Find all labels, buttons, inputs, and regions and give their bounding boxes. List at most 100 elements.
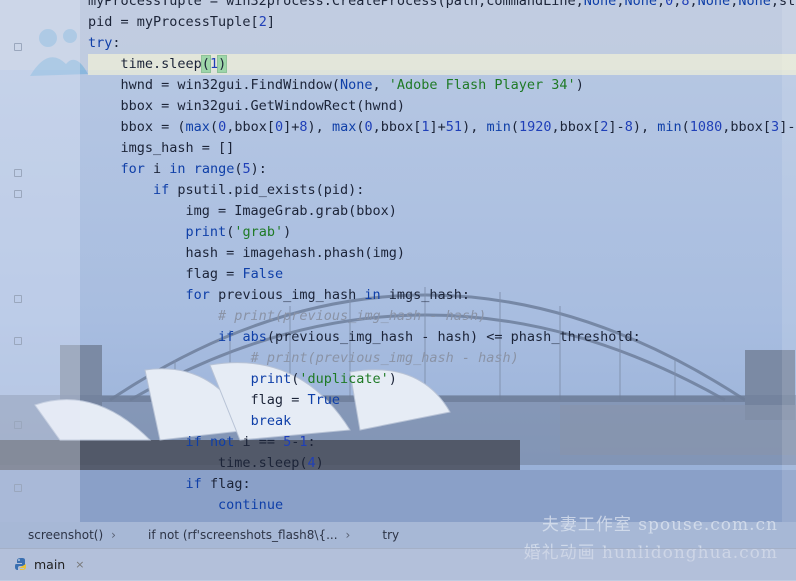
code-token: if xyxy=(153,182,170,198)
code-line[interactable]: flag = True xyxy=(88,390,796,411)
code-line[interactable]: print('grab') xyxy=(88,222,796,243)
code-token: time.sleep( xyxy=(88,455,308,471)
code-token: hash = imagehash.phash(img) xyxy=(88,245,405,261)
code-token: continue xyxy=(218,497,284,513)
fold-marker-icon[interactable] xyxy=(14,421,22,429)
code-token: 51 xyxy=(445,119,463,135)
chevron-right-icon: › xyxy=(345,528,351,542)
code-token: if xyxy=(218,329,235,345)
fold-marker-icon[interactable] xyxy=(14,169,22,177)
code-line[interactable]: time.sleep(1) xyxy=(88,54,796,75)
code-line[interactable]: print('duplicate') xyxy=(88,369,796,390)
code-token: min xyxy=(657,119,682,135)
code-token: ,start xyxy=(770,0,796,9)
code-token: , xyxy=(689,0,698,9)
code-token: 5 xyxy=(242,161,251,177)
code-token: flag = xyxy=(88,392,308,408)
code-line[interactable]: bbox = win32gui.GetWindowRect(hwnd) xyxy=(88,96,796,117)
fold-marker-icon[interactable] xyxy=(14,484,22,492)
breadcrumb-item[interactable]: try xyxy=(354,528,403,542)
code-token: 1 xyxy=(209,56,219,72)
code-line[interactable]: img = ImageGrab.grab(bbox) xyxy=(88,201,796,222)
code-line[interactable]: time.sleep(4) xyxy=(88,453,796,474)
run-tool-window-bar: main × xyxy=(0,548,796,581)
code-token: 'Adobe Flash Player 34' xyxy=(388,77,576,93)
code-token: ,bbox[ xyxy=(226,119,275,135)
code-token: 4 xyxy=(307,455,316,471)
code-token: None xyxy=(583,0,617,9)
code-token: time.sleep xyxy=(88,56,202,72)
code-line[interactable]: imgs_hash = [] xyxy=(88,138,796,159)
code-line[interactable]: for i in range(5): xyxy=(88,159,796,180)
fold-marker-icon[interactable] xyxy=(14,295,22,303)
code-line[interactable]: bbox = (max(0,bbox[0]+8), max(0,bbox[1]+… xyxy=(88,117,796,138)
close-icon[interactable]: × xyxy=(75,558,84,571)
code-line[interactable]: if abs(previous_img_hash - hash) <= phas… xyxy=(88,327,796,348)
breadcrumb: screenshot() › if not (rf'screenshots_fl… xyxy=(0,522,796,548)
code-token: ]- xyxy=(779,119,796,135)
code-line[interactable]: hash = imagehash.phash(img) xyxy=(88,243,796,264)
code-token: if xyxy=(185,434,202,450)
code-token: # print(previous_img_hash - hash) xyxy=(250,350,519,366)
code-line[interactable]: try: xyxy=(88,33,796,54)
code-token: 0 xyxy=(275,119,284,135)
code-token: bbox = ( xyxy=(88,119,186,135)
code-token: 8 xyxy=(681,0,690,9)
code-token: ( xyxy=(510,119,519,135)
code-token: : xyxy=(307,434,316,450)
code-token: ), xyxy=(307,119,332,135)
code-line[interactable]: for previous_img_hash in imgs_hash: xyxy=(88,285,796,306)
code-token: ): xyxy=(250,161,267,177)
code-line[interactable]: hwnd = win32gui.FindWindow(None, 'Adobe … xyxy=(88,75,796,96)
code-line[interactable]: if flag: xyxy=(88,474,796,495)
fold-marker-icon[interactable] xyxy=(14,190,22,198)
code-token: ) xyxy=(217,55,228,73)
code-token: 1080 xyxy=(689,119,723,135)
code-token: # print(previous_img_hash - hash) xyxy=(218,308,487,324)
code-token: 3 xyxy=(771,119,780,135)
code-token: bbox = win32gui.GetWindowRect(hwnd) xyxy=(88,98,405,114)
code-token: ,bbox[ xyxy=(372,119,422,135)
code-line[interactable]: flag = False xyxy=(88,264,796,285)
code-token: if xyxy=(185,476,202,492)
code-line[interactable]: # print(previous_img_hash - hash) xyxy=(88,348,796,369)
code-line[interactable]: myProcessTuple = win32process.CreateProc… xyxy=(88,0,796,12)
run-tab-main[interactable]: main × xyxy=(8,553,90,575)
code-token: ,bbox[ xyxy=(722,119,772,135)
code-token: 1 xyxy=(421,119,430,135)
fold-marker-icon[interactable] xyxy=(14,43,22,51)
code-token: ) xyxy=(315,455,324,471)
code-token: ]+ xyxy=(283,119,300,135)
breadcrumb-item[interactable]: screenshot() xyxy=(0,528,107,542)
code-line[interactable]: pid = myProcessTuple[2] xyxy=(88,12,796,33)
code-token: ]+ xyxy=(429,119,446,135)
code-token: for xyxy=(185,287,210,303)
code-line[interactable]: if not i == 5-1: xyxy=(88,432,796,453)
fold-marker-icon[interactable] xyxy=(14,337,22,345)
code-token: pid = myProcessTuple[ xyxy=(88,14,259,30)
code-line[interactable]: # print(previous_img_hash - hash) xyxy=(88,306,796,327)
code-line[interactable]: break xyxy=(88,411,796,432)
code-token: max xyxy=(185,119,210,135)
code-token: range xyxy=(193,161,235,177)
code-token: ,bbox[ xyxy=(551,119,601,135)
code-token: None xyxy=(339,77,373,93)
breadcrumb-item[interactable]: if not (rf'screenshots_flash8\{... xyxy=(120,528,342,542)
code-token: None xyxy=(697,0,731,9)
code-editor[interactable]: myProcessTuple = win32process.CreateProc… xyxy=(88,0,796,522)
code-line[interactable]: if psutil.pid_exists(pid): xyxy=(88,180,796,201)
code-token: in xyxy=(364,287,381,303)
code-token: img = ImageGrab.grab(bbox) xyxy=(88,203,397,219)
